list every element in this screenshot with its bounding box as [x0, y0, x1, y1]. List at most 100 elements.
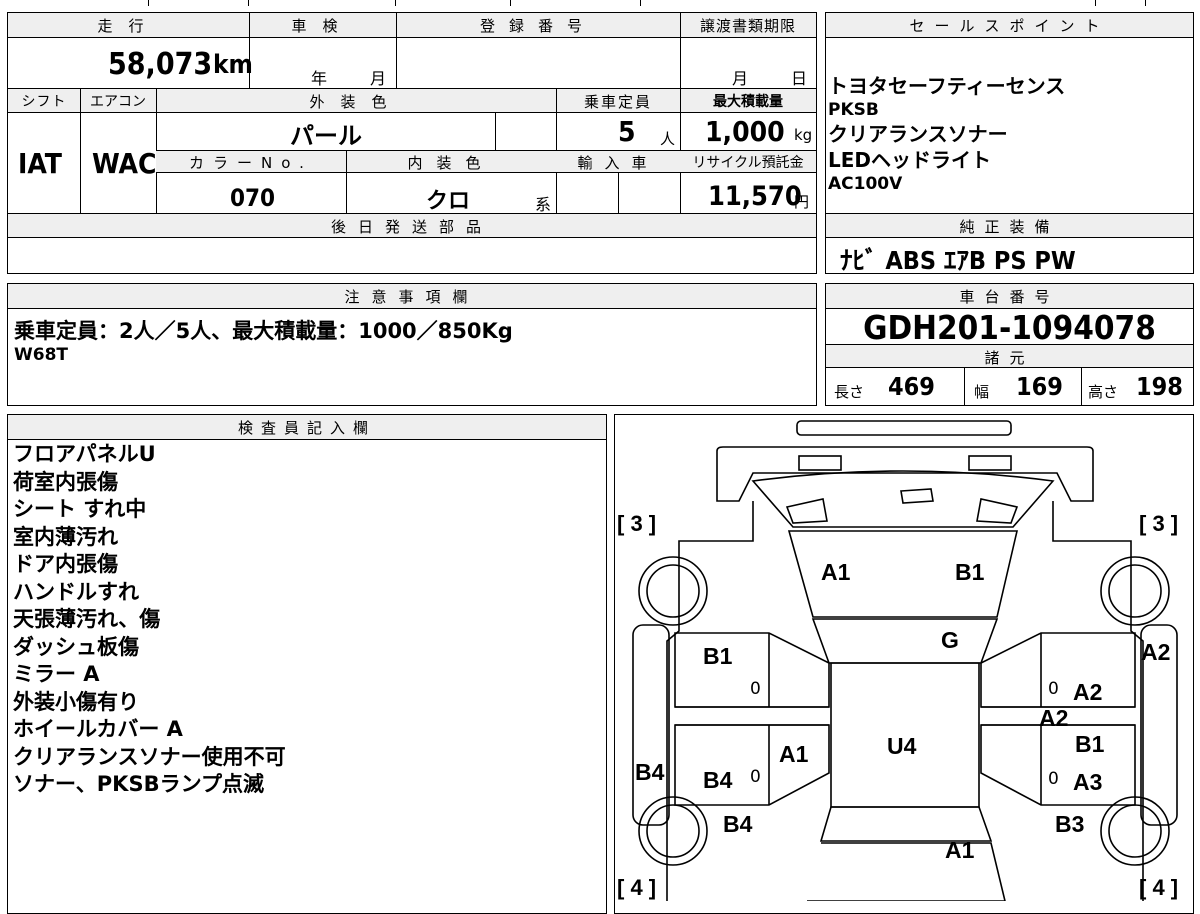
caution-line: 乗車定員：2人／5人、最大積載量：1000／850Kg: [14, 319, 513, 343]
sales-point-item: AC100V: [828, 174, 903, 194]
mileage-label: 走行: [97, 17, 160, 35]
mark-hood-left: A1: [821, 559, 851, 585]
mark-rear: A1: [945, 837, 975, 863]
mark-front-left-zero: 0: [750, 679, 761, 699]
inspector-label: 検査員記入欄: [237, 419, 376, 437]
inspector-note: 荷室内張傷: [13, 469, 118, 494]
shift-value: IAT: [18, 147, 62, 180]
shift-label: シフト: [21, 94, 67, 110]
recycle-unit: 円: [794, 193, 810, 211]
inspector-note: 室内薄汚れ: [13, 524, 118, 549]
chassis-label: 車台番号: [959, 288, 1060, 306]
tire-rear-right-label: [ 4 ]: [1139, 875, 1179, 900]
tire-front-right-label: [ 3 ]: [1139, 511, 1179, 536]
aircon-label: エアコン: [90, 94, 146, 110]
exterior-color-value: パール: [290, 122, 362, 150]
mark-windshield: G: [941, 627, 959, 653]
vehicle-outline: [632, 420, 1178, 901]
inspector-note: ハンドルすれ: [13, 579, 139, 604]
sales-points-box: セールスポイント トヨタセーフティーセンス PKSB クリアランスソナー LED…: [825, 12, 1194, 275]
max-load-value: 1,000: [705, 115, 785, 148]
capacity-unit: 人: [660, 130, 676, 148]
inspector-note: クリアランスソナー使用不可: [13, 744, 286, 769]
sales-point-item: PKSB: [828, 100, 879, 120]
import-label: 輸入車: [577, 154, 659, 172]
mileage-value: 58,073: [108, 47, 213, 82]
inspector-notes: フロアパネルU 荷室内張傷 シート すれ中 室内薄汚れ ドア内張傷 ハンドルすれ…: [13, 441, 286, 799]
interior-color-value: クロ: [426, 189, 471, 214]
recycle-value: 11,570: [708, 181, 802, 212]
inspector-note: フロアパネルU: [13, 442, 156, 466]
caution-label: 注意事項欄: [344, 288, 480, 306]
mark-left-slide: A1: [779, 741, 809, 767]
chassis-box: 車台番号 GDH201-1094078 諸元 長さ 469 幅 169 高さ 1…: [825, 283, 1194, 406]
interior-color-suffix: 系: [535, 195, 552, 214]
registration-label: 登録番号: [479, 17, 596, 35]
transfer-month: 月: [732, 69, 749, 88]
chassis-value: GDH201-1094078: [863, 308, 1156, 347]
inspector-note: シート すれ中: [13, 497, 147, 521]
sales-point-item: LEDヘッドライト: [828, 148, 992, 172]
mark-left-rear: B4: [703, 767, 733, 793]
damage-diagram: [ 3 ] [ 3 ] [ 4 ] [ 4 ] A1 B1 G B1 0 0 A…: [614, 414, 1194, 914]
mark-rear-right-zero: 0: [1048, 769, 1059, 789]
capacity-label: 乗車定員: [583, 93, 652, 111]
color-no-value: 070: [230, 184, 276, 212]
color-no-label: カラーNo.: [189, 154, 313, 172]
specs-label: 諸元: [984, 349, 1035, 367]
height-label: 高さ: [1088, 383, 1119, 401]
mark-right-rear-quarter: B3: [1055, 811, 1085, 837]
vehicle-info-table: 走行 車検 登録番号 譲渡書類期限 58,073 km 年 月 月 日 シフト …: [7, 12, 817, 274]
recycle-label: リサイクル預託金: [692, 155, 804, 171]
tire-front-left-label: [ 3 ]: [617, 511, 657, 536]
width-label: 幅: [974, 383, 990, 401]
sales-points-label: セールスポイント: [909, 17, 1110, 35]
capacity-value: 5: [618, 115, 636, 148]
genuine-equipment-label: 純正装備: [959, 218, 1060, 236]
inspector-note: ソナー、PKSBランプ点滅: [13, 772, 264, 796]
inspector-note: 天張薄汚れ、傷: [13, 607, 161, 631]
caution-box: 注意事項欄 乗車定員：2人／5人、最大積載量：1000／850Kg W68T: [7, 283, 817, 406]
inspector-note: ホイールカバー A: [13, 717, 183, 741]
sales-points-list: トヨタセーフティーセンス PKSB クリアランスソナー LEDヘッドライト AC…: [828, 73, 1065, 195]
shaken-label: 車検: [291, 17, 354, 35]
mark-front-right-zero: 0: [1048, 679, 1059, 699]
transfer-deadline-label: 譲渡書類期限: [699, 17, 796, 35]
shaken-year: 年: [311, 69, 328, 88]
inspector-note: ミラー A: [13, 662, 100, 686]
mark-rear-left-zero: 0: [750, 767, 761, 787]
inspector-note: ドア内張傷: [13, 552, 118, 576]
inspector-note: 外装小傷有り: [13, 689, 139, 714]
length-value: 469: [888, 372, 935, 401]
mark-left-rear-quarter: B4: [723, 811, 753, 837]
length-label: 長さ: [834, 383, 865, 401]
mark-center-right: A2: [1039, 705, 1069, 731]
mark-left-side-panel: B4: [635, 759, 665, 785]
sales-point-item: クリアランスソナー: [828, 122, 1008, 146]
max-load-unit: kg: [794, 126, 813, 144]
genuine-equipment-value: ﾅﾋﾞ ABS ｴｱB PS PW: [840, 246, 1076, 275]
tire-rear-left-label: [ 4 ]: [617, 875, 657, 900]
mark-hood-right: B1: [955, 559, 985, 585]
inspector-box: 検査員記入欄 フロアパネルU 荷室内張傷 シート すれ中 室内薄汚れ ドア内張傷…: [7, 414, 607, 914]
inspector-note: ダッシュ板傷: [13, 634, 139, 659]
mark-front-right-door: A2: [1073, 679, 1103, 705]
mark-roof: U4: [887, 733, 917, 759]
aircon-value: WAC: [92, 147, 157, 180]
max-load-label: 最大積載量: [713, 94, 783, 110]
height-value: 198: [1136, 372, 1183, 401]
mileage-unit: km: [213, 50, 253, 80]
shaken-month: 月: [370, 69, 387, 88]
top-strip: [0, 0, 1200, 6]
transfer-day: 日: [791, 69, 808, 88]
later-parts-label: 後日発送部品: [330, 218, 493, 236]
interior-color-label: 内装色: [407, 154, 495, 172]
mark-front-left-door: B1: [703, 643, 733, 669]
mark-rear-right-lower: A3: [1073, 769, 1103, 795]
caution-line: W68T: [14, 345, 69, 365]
mark-rear-right-door: B1: [1075, 731, 1105, 757]
exterior-color-label: 外装色: [309, 93, 403, 111]
width-value: 169: [1016, 372, 1063, 401]
sales-point-item: トヨタセーフティーセンス: [828, 74, 1066, 98]
mark-right-side-panel: A2: [1141, 639, 1171, 665]
